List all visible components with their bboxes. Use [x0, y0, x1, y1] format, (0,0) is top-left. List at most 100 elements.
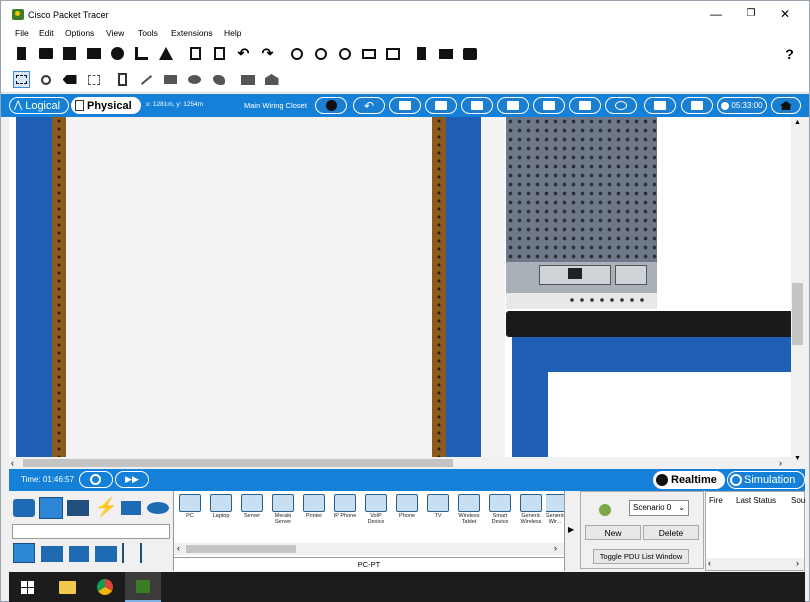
- undo-icon[interactable]: ↶: [235, 45, 252, 62]
- drawing-palette-icon[interactable]: [360, 45, 377, 62]
- device-meraki-server[interactable]: Meraki Server: [269, 494, 297, 526]
- pc-tower-vent-panel[interactable]: [506, 117, 657, 262]
- device-tv[interactable]: TV: [424, 494, 452, 526]
- menu-extensions[interactable]: Extensions: [171, 28, 213, 38]
- network-information-icon[interactable]: [157, 45, 174, 62]
- paste-icon[interactable]: [211, 45, 228, 62]
- grid-button[interactable]: [605, 97, 637, 114]
- device-scroll-right-icon[interactable]: ›: [554, 543, 557, 553]
- print-icon[interactable]: [85, 45, 102, 62]
- delete-icon[interactable]: [61, 71, 78, 88]
- add-complex-pdu-icon[interactable]: [263, 71, 280, 88]
- industrial-category-icon[interactable]: [95, 546, 117, 562]
- redo-icon[interactable]: ↷: [259, 45, 276, 62]
- components-icon[interactable]: [67, 500, 89, 516]
- menu-file[interactable]: File: [15, 28, 29, 38]
- new-closet-button[interactable]: [461, 97, 493, 114]
- new-building-button[interactable]: [425, 97, 457, 114]
- device-generic-wireless[interactable]: Generic Wireless: [517, 494, 545, 526]
- multiuser-connection-icon[interactable]: [147, 502, 169, 514]
- place-note-icon[interactable]: [114, 71, 131, 88]
- pdu-table-scrollbar[interactable]: ‹ ›: [706, 558, 804, 570]
- new-file-icon[interactable]: [13, 45, 30, 62]
- device-scroll-thumb[interactable]: [186, 545, 296, 553]
- viewport-clock-button[interactable]: 05:33:00: [717, 97, 767, 114]
- menu-tools[interactable]: Tools: [138, 28, 158, 38]
- modem-slot[interactable]: [615, 265, 647, 285]
- python-ide-icon[interactable]: [437, 45, 454, 62]
- inspect-icon[interactable]: [37, 71, 54, 88]
- new-scenario-button[interactable]: New: [585, 525, 641, 540]
- packet-tracer-taskbar-button[interactable]: [125, 572, 161, 602]
- minimize-button[interactable]: —: [706, 7, 726, 21]
- network-devices-icon[interactable]: [13, 499, 35, 517]
- menu-edit[interactable]: Edit: [39, 28, 54, 38]
- connections-icon[interactable]: ⚡: [95, 498, 117, 516]
- draw-rectangle-icon[interactable]: [162, 71, 179, 88]
- realtime-mode-button[interactable]: Realtime: [653, 471, 725, 489]
- physical-workspace-canvas[interactable]: [9, 117, 797, 457]
- select-icon[interactable]: [13, 71, 30, 88]
- scroll-up-icon[interactable]: ▲: [794, 119, 801, 126]
- zoom-out-icon[interactable]: [336, 45, 353, 62]
- iot-monitor-icon[interactable]: [461, 45, 478, 62]
- windows-start-icon[interactable]: [21, 581, 34, 594]
- device-laptop[interactable]: Laptop: [207, 494, 235, 526]
- pdu-scroll-left-icon[interactable]: ‹: [708, 558, 711, 568]
- device-printer[interactable]: Printer: [300, 494, 328, 526]
- scroll-right-icon[interactable]: ›: [779, 458, 782, 468]
- device-scroll-left-icon[interactable]: ‹: [177, 543, 180, 553]
- home-button[interactable]: [771, 97, 801, 114]
- activity-wizard-icon[interactable]: [133, 45, 150, 62]
- new-table-button[interactable]: [533, 97, 565, 114]
- draw-line-icon[interactable]: [138, 71, 155, 88]
- horizontal-scrollbar[interactable]: ‹ ›: [9, 457, 791, 469]
- custom-devices-dialog-icon[interactable]: [384, 45, 401, 62]
- device-generic-wired[interactable]: Generic Wir...: [546, 494, 564, 526]
- info-icon[interactable]: [109, 45, 126, 62]
- home-category-icon[interactable]: [41, 546, 63, 562]
- device-server[interactable]: Server: [238, 494, 266, 526]
- zoom-in-icon[interactable]: [288, 45, 305, 62]
- ethernet-port-icon[interactable]: [568, 268, 582, 279]
- help-button[interactable]: ?: [781, 45, 798, 62]
- zoom-reset-icon[interactable]: [312, 45, 329, 62]
- pdu-scroll-right-icon[interactable]: ›: [796, 558, 799, 568]
- pc-category-icon[interactable]: [13, 543, 35, 563]
- end-devices-icon[interactable]: [39, 497, 63, 519]
- device-ip-phone[interactable]: IP Phone: [331, 494, 359, 526]
- restore-button[interactable]: ❐: [741, 7, 761, 21]
- new-rack-button[interactable]: [497, 97, 529, 114]
- scroll-down-icon[interactable]: ▼: [794, 455, 801, 462]
- device-voip[interactable]: VoIP Device: [362, 494, 390, 526]
- fast-forward-button[interactable]: ▶▶: [115, 471, 149, 488]
- menu-view[interactable]: View: [106, 28, 124, 38]
- device-phone[interactable]: Phone: [393, 494, 421, 526]
- add-simple-pdu-icon[interactable]: [239, 71, 256, 88]
- pdu-info-icon[interactable]: [599, 504, 611, 516]
- copy-icon[interactable]: [187, 45, 204, 62]
- new-city-button[interactable]: [389, 97, 421, 114]
- menu-options[interactable]: Options: [65, 28, 94, 38]
- open-folder-icon[interactable]: [37, 45, 54, 62]
- power-grid-category-icon[interactable]: [122, 543, 142, 563]
- file-explorer-icon[interactable]: [59, 581, 76, 594]
- device-list-scrollbar[interactable]: ‹ ›: [174, 543, 564, 555]
- set-background-button[interactable]: [681, 97, 713, 114]
- draw-ellipse-icon[interactable]: [186, 71, 203, 88]
- physical-tab[interactable]: Physical: [71, 97, 141, 114]
- menu-help[interactable]: Help: [224, 28, 241, 38]
- device-pc[interactable]: PC: [176, 494, 204, 526]
- chrome-icon[interactable]: [97, 579, 113, 595]
- device-wireless-tablet[interactable]: Wireless Tablet: [455, 494, 483, 526]
- close-button[interactable]: ✕: [775, 7, 795, 21]
- device-search-field[interactable]: [12, 524, 170, 539]
- vertical-scrollbar[interactable]: ▲ ▼: [791, 117, 805, 465]
- miscellaneous-icon[interactable]: [121, 501, 141, 515]
- resize-shape-icon[interactable]: [85, 71, 102, 88]
- simulation-mode-button[interactable]: Simulation: [727, 471, 805, 489]
- save-icon[interactable]: [61, 45, 78, 62]
- navigation-button[interactable]: [315, 97, 347, 114]
- expand-pdu-panel-icon[interactable]: ▶: [568, 525, 574, 534]
- logical-tab[interactable]: ⋀ Logical: [9, 97, 69, 114]
